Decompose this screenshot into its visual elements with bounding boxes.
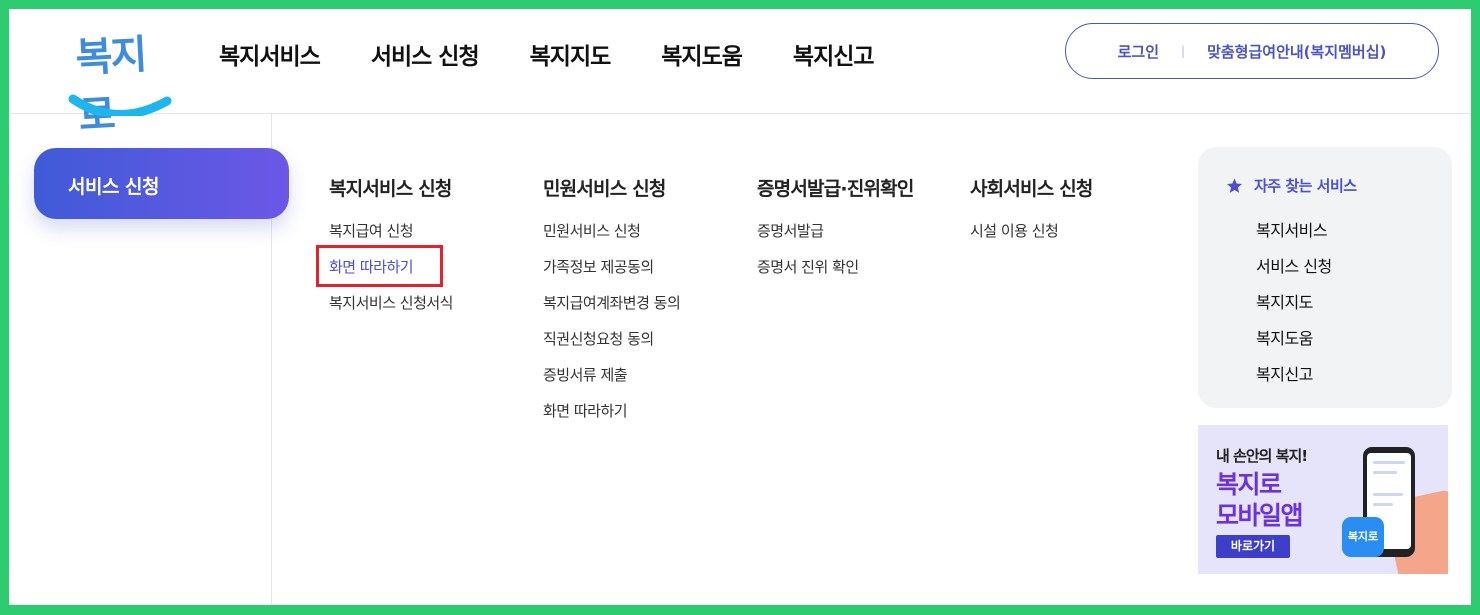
login-link[interactable]: 로그인 — [1118, 41, 1159, 62]
membership-link[interactable]: 맞춤형급여안내(복지멤버십) — [1207, 41, 1386, 62]
submenu-sidebar: 서비스 신청 — [9, 114, 289, 605]
menu-column-certificate: 증명서발급·진위확인 증명서발급 증명서 진위 확인 — [757, 174, 914, 294]
menu-link-highlighted[interactable]: 화면 따라하기 — [329, 258, 453, 294]
gnb-item-welfare-help[interactable]: 복지도움 — [661, 37, 743, 71]
screen-bar — [1373, 461, 1405, 464]
column-title: 복지서비스 신청 — [329, 178, 452, 200]
menu-column-welfare-apply: 복지서비스 신청 복지급여 신청 화면 따라하기 복지서비스 신청서식 — [329, 174, 453, 330]
menu-link[interactable]: 민원서비스 신청 — [543, 222, 680, 258]
logo-smile-icon — [68, 94, 172, 116]
mobile-app-banner[interactable]: 내 손안의 복지! 복지로 모바일앱 바로가기 복지로 — [1198, 425, 1448, 574]
favorites-box: 자주 찾는 서비스 복지서비스 서비스 신청 복지지도 복지도움 복지신고 — [1198, 147, 1452, 408]
app-icon: 복지로 — [1342, 517, 1384, 557]
menu-link[interactable]: 증빙서류 제출 — [543, 366, 680, 402]
header: 복지로 복지서비스 서비스 신청 복지지도 복지도움 복지신고 로그인 | 맞춤… — [9, 9, 1471, 140]
banner-title-line2: 모바일앱 — [1216, 501, 1304, 530]
star-icon — [1227, 178, 1242, 193]
banner-title: 복지로 모바일앱 — [1216, 469, 1304, 531]
menu-column-social-service: 사회서비스 신청 시설 이용 신청 — [970, 174, 1093, 258]
favorites-title-text: 자주 찾는 서비스 — [1254, 177, 1357, 195]
favorite-item[interactable]: 복지신고 — [1256, 361, 1332, 397]
favorite-item[interactable]: 복지서비스 — [1256, 217, 1332, 253]
util-separator: | — [1181, 44, 1186, 58]
favorite-item[interactable]: 복지지도 — [1256, 289, 1332, 325]
menu-link[interactable]: 시설 이용 신청 — [970, 222, 1093, 258]
global-nav: 복지서비스 서비스 신청 복지지도 복지도움 복지신고 — [219, 37, 925, 71]
util-menu: 로그인 | 맞춤형급여안내(복지멤버십) — [1065, 23, 1439, 79]
screen-bar — [1373, 493, 1403, 496]
favorite-item[interactable]: 서비스 신청 — [1256, 253, 1332, 289]
menu-link[interactable]: 가족정보 제공동의 — [543, 258, 680, 294]
banner-title-line1: 복지로 — [1216, 470, 1282, 499]
screen-bar — [1373, 503, 1393, 506]
column-title: 사회서비스 신청 — [970, 178, 1093, 200]
menu-column-civil-apply: 민원서비스 신청 민원서비스 신청 가족정보 제공동의 복지급여계좌변경 동의 … — [543, 174, 681, 438]
menu-link[interactable]: 복지급여계좌변경 동의 — [543, 294, 681, 330]
screen-bar — [1373, 471, 1397, 474]
menu-link[interactable]: 증명서 진위 확인 — [757, 258, 914, 294]
bokjiro-logo[interactable]: 복지로 — [67, 21, 177, 140]
column-title: 증명서발급·진위확인 — [757, 178, 914, 200]
banner-go-button[interactable]: 바로가기 — [1216, 535, 1290, 558]
gnb-item-welfare-report[interactable]: 복지신고 — [793, 37, 875, 71]
menu-link[interactable]: 직권신청요청 동의 — [543, 330, 680, 366]
column-title: 민원서비스 신청 — [543, 178, 666, 200]
sidebar-item-service-apply[interactable]: 서비스 신청 — [34, 148, 289, 219]
gnb-item-service-apply[interactable]: 서비스 신청 — [371, 37, 480, 71]
menu-link[interactable]: 복지서비스 신청서식 — [329, 294, 453, 330]
menu-link[interactable]: 화면 따라하기 — [543, 402, 680, 438]
favorites-list: 복지서비스 서비스 신청 복지지도 복지도움 복지신고 — [1256, 217, 1332, 397]
banner-subtitle: 내 손안의 복지! — [1216, 447, 1308, 465]
gnb-item-welfare-service[interactable]: 복지서비스 — [219, 37, 321, 71]
gnb-item-welfare-map[interactable]: 복지지도 — [530, 37, 612, 71]
favorites-title: 자주 찾는 서비스 — [1225, 175, 1357, 196]
menu-link[interactable]: 복지급여 신청 — [329, 222, 453, 258]
menu-link[interactable]: 증명서발급 — [757, 222, 914, 258]
favorite-item[interactable]: 복지도움 — [1256, 325, 1332, 361]
